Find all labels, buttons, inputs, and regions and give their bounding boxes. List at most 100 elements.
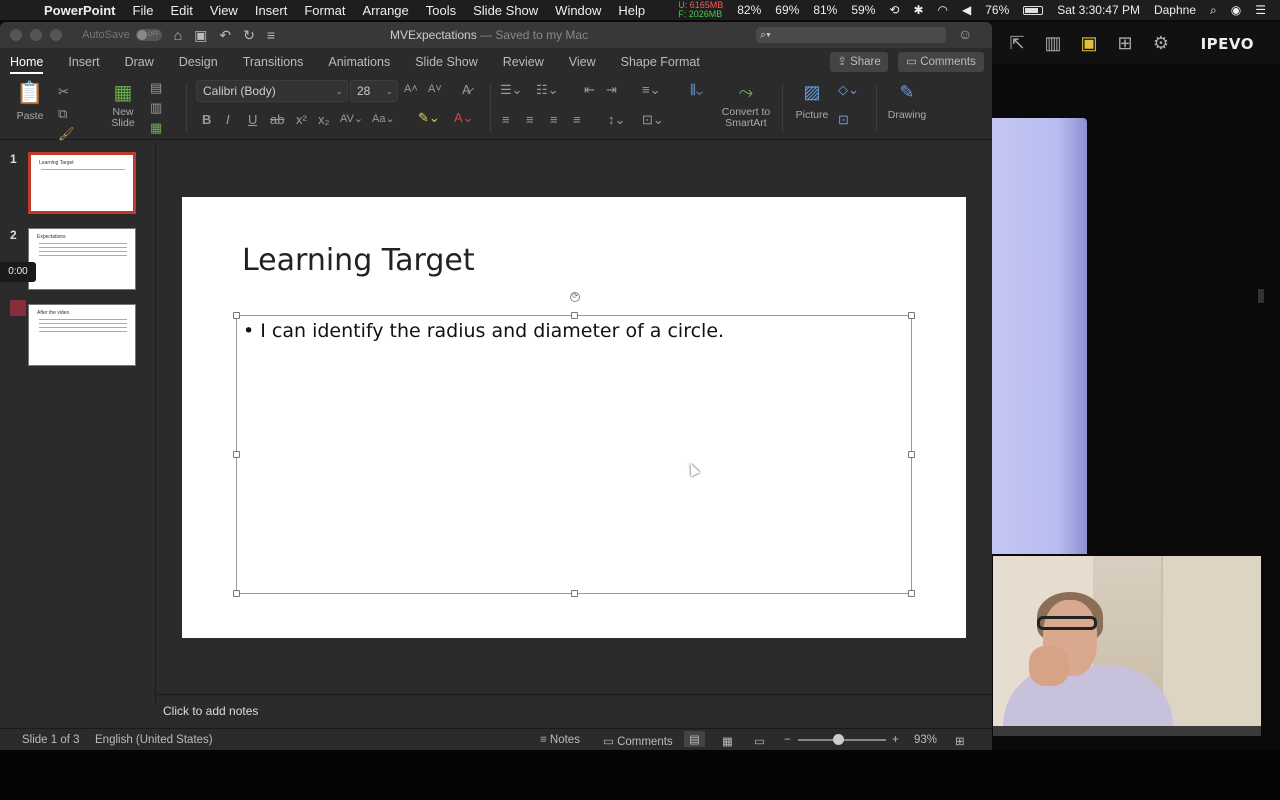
slide-thumbnail-2[interactable]: Expectations <box>28 228 136 290</box>
tab-animations[interactable]: Animations <box>328 55 390 74</box>
zoom-window-button[interactable] <box>50 29 62 41</box>
font-color-icon[interactable]: A⌄ <box>454 110 474 126</box>
minimize-window-button[interactable] <box>30 29 42 41</box>
menu-help[interactable]: Help <box>618 3 645 18</box>
justify-icon[interactable]: ≡ <box>573 112 581 127</box>
slideshow-view-icon[interactable]: ▭ <box>754 734 765 748</box>
align-right-icon[interactable]: ≡ <box>550 112 558 127</box>
menu-file[interactable]: File <box>133 3 154 18</box>
align-center-icon[interactable]: ≡ <box>526 112 534 127</box>
bluetooth-icon[interactable]: ✱ <box>913 3 923 17</box>
strikethrough-icon[interactable]: ab <box>270 112 284 127</box>
drawing-button[interactable]: ✎ Drawing <box>884 82 930 121</box>
autosave-control[interactable]: AutoSave OFF <box>82 29 162 41</box>
menu-arrange[interactable]: Arrange <box>363 3 409 18</box>
font-name-select[interactable]: Calibri (Body) ⌄ <box>196 80 348 102</box>
numbering-icon[interactable]: ☷⌄ <box>536 82 559 98</box>
spotlight-icon[interactable]: ⌕ <box>1210 3 1217 18</box>
zoom-slider-knob[interactable] <box>833 734 844 745</box>
highlight-icon[interactable]: ✎⌄ <box>418 110 440 126</box>
decrease-font-icon[interactable]: A˅ <box>428 83 442 95</box>
zoom-out-icon[interactable]: − <box>784 734 791 746</box>
resize-handle[interactable] <box>571 590 578 597</box>
split-view-icon[interactable]: ▥ <box>1042 33 1064 54</box>
resize-handle[interactable] <box>571 312 578 319</box>
paste-button[interactable]: 📋 Paste <box>12 80 48 122</box>
bullet-item[interactable]: • I can identify the radius and diameter… <box>243 320 724 342</box>
menu-slide-show[interactable]: Slide Show <box>473 3 538 18</box>
search-input[interactable]: ⌕▾ <box>756 27 946 43</box>
tab-draw[interactable]: Draw <box>125 55 154 74</box>
slide-sorter-icon[interactable]: ▦ <box>722 734 733 748</box>
align-text-icon[interactable]: ⊡⌄ <box>642 112 664 128</box>
subscript-icon[interactable]: x₂ <box>318 112 330 127</box>
format-painter-icon[interactable]: 🖌 <box>58 126 75 142</box>
convert-smartart-button[interactable]: ⤳ Convert to SmartArt <box>720 82 772 129</box>
menu-insert[interactable]: Insert <box>255 3 288 18</box>
font-size-select[interactable]: 28 ⌄ <box>350 80 398 102</box>
cut-icon[interactable]: ✂ <box>58 84 69 100</box>
wifi-icon[interactable]: ◠ <box>938 3 948 17</box>
add-camera-icon[interactable]: ⊞ <box>1114 33 1136 54</box>
undo-icon[interactable]: ↶ <box>219 27 231 44</box>
clear-format-icon[interactable]: A̷ <box>462 82 471 97</box>
volume-icon[interactable]: ◀ <box>962 3 971 17</box>
slide-title[interactable]: Learning Target <box>242 243 475 278</box>
feedback-icon[interactable]: ☺ <box>958 26 972 42</box>
popout-icon[interactable]: ⇱ <box>1006 33 1028 54</box>
change-case-icon[interactable]: Aa⌄ <box>372 112 395 125</box>
slide-thumbnail-1[interactable]: Learning Target <box>28 152 136 214</box>
character-spacing-icon[interactable]: AV⌄ <box>340 112 363 125</box>
text-direction-icon[interactable]: ↕⌄ <box>608 112 625 128</box>
text-box-icon[interactable]: ⊡ <box>838 112 849 128</box>
resize-handle[interactable] <box>908 451 915 458</box>
copy-icon[interactable]: ⧉ <box>58 106 67 122</box>
new-slide-button[interactable]: ▦ New Slide <box>104 80 142 129</box>
menu-format[interactable]: Format <box>304 3 345 18</box>
settings-icon[interactable]: ⚙ <box>1150 33 1172 54</box>
resize-handle[interactable] <box>233 451 240 458</box>
user-menu[interactable]: Daphne <box>1154 3 1196 17</box>
memory-monitor[interactable]: U: 6165MB F: 2026MB <box>678 1 723 19</box>
comments-button[interactable]: ▭ Comments <box>898 52 984 72</box>
content-text-box[interactable]: ⟳ • I can identify the radius and diamet… <box>233 292 915 597</box>
increase-indent-icon[interactable]: ⇥ <box>606 82 617 98</box>
shapes-icon[interactable]: ◇⌄ <box>838 82 859 98</box>
siri-icon[interactable]: ◉ <box>1231 3 1241 17</box>
time-machine-icon[interactable]: ⟲ <box>889 3 899 17</box>
language-indicator[interactable]: English (United States) <box>95 734 213 746</box>
increase-font-icon[interactable]: A˄ <box>404 83 418 95</box>
tab-insert[interactable]: Insert <box>68 55 99 74</box>
battery-percent[interactable]: 76% <box>985 3 1009 17</box>
autosave-toggle[interactable]: OFF <box>135 29 162 41</box>
rotate-handle-icon[interactable]: ⟳ <box>570 292 580 302</box>
tab-view[interactable]: View <box>569 55 596 74</box>
slide-thumbnail-3[interactable]: After the video <box>28 304 136 366</box>
resize-handle[interactable] <box>908 590 915 597</box>
customize-toolbar-icon[interactable]: ≡ <box>267 27 275 43</box>
record-stop-icon[interactable] <box>10 300 26 316</box>
layout-icon[interactable]: ▤ <box>150 80 162 96</box>
bullets-icon[interactable]: ☰⌄ <box>500 82 523 98</box>
bold-icon[interactable]: B <box>202 112 211 127</box>
underline-icon[interactable]: U <box>248 112 257 127</box>
slide[interactable]: Learning Target ⟳ • I can identify the r… <box>182 197 966 638</box>
columns-icon[interactable]: ⫼⌄ <box>690 82 703 98</box>
panel-handle[interactable] <box>1258 289 1264 303</box>
memory-stat[interactable]: 69% <box>775 3 799 17</box>
picture-button[interactable]: ▨ Picture <box>790 82 834 121</box>
clock[interactable]: Sat 3:30:47 PM <box>1057 3 1140 17</box>
share-button[interactable]: ⇪ Share <box>830 52 888 72</box>
comments-toggle[interactable]: ▭ Comments <box>603 734 673 748</box>
tab-transitions[interactable]: Transitions <box>243 55 304 74</box>
cpu-stat[interactable]: 82% <box>737 3 761 17</box>
reset-icon[interactable]: ▥ <box>150 100 162 116</box>
tab-review[interactable]: Review <box>503 55 544 74</box>
tab-shape-format[interactable]: Shape Format <box>621 55 700 74</box>
superscript-icon[interactable]: x² <box>296 112 307 127</box>
zoom-level[interactable]: 93% <box>914 734 937 746</box>
normal-view-icon[interactable]: ▤ <box>684 731 705 747</box>
tab-design[interactable]: Design <box>179 55 218 74</box>
fit-to-window-icon[interactable]: ⊞ <box>955 734 965 748</box>
menu-window[interactable]: Window <box>555 3 601 18</box>
